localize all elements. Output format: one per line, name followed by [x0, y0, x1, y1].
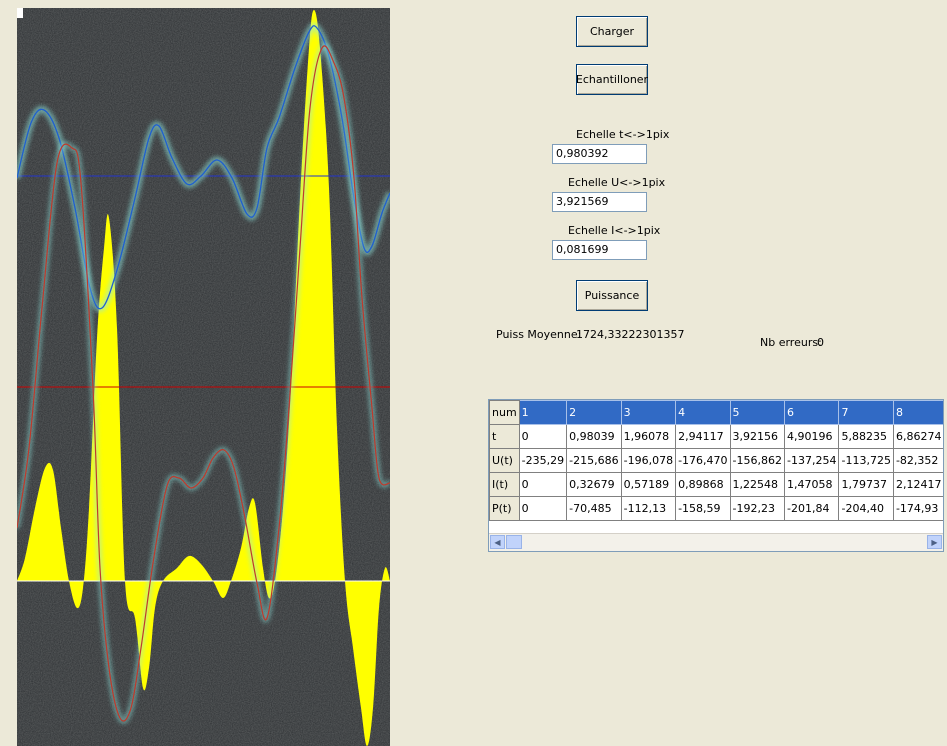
- grid-row: P(t) 0 -70,485 -112,13 -158,59 -192,23 -201,84…: [489, 496, 943, 521]
- grid-header-row: num12345678910: [489, 400, 943, 425]
- grid-cell[interactable]: 0: [518, 424, 568, 449]
- grid-cell[interactable]: 1,96078: [620, 424, 677, 449]
- grid-cell[interactable]: -112,13: [620, 496, 677, 521]
- grid-cell[interactable]: 0: [518, 496, 568, 521]
- grid-cell[interactable]: 0,89868: [675, 472, 731, 497]
- column-header[interactable]: 5: [729, 400, 786, 425]
- grid-cell[interactable]: -204,40: [838, 496, 894, 521]
- echelle-i-input[interactable]: 0,081699: [552, 240, 647, 260]
- row-header: U(t): [489, 448, 520, 473]
- grid-cell[interactable]: 2,12417: [892, 472, 943, 497]
- grid-cell[interactable]: -113,725: [838, 448, 894, 473]
- horizontal-scrollbar[interactable]: ◀ ▶: [489, 533, 943, 551]
- grid-cell[interactable]: -201,84: [784, 496, 840, 521]
- grid-row: I(t) 0 0,32679 0,57189 0,89868 1,22548 1,47058…: [489, 472, 943, 497]
- column-header[interactable]: 7: [838, 400, 894, 425]
- grid-cell[interactable]: -196,078: [620, 448, 677, 473]
- echelle-t-label: Echelle t<->1pix: [576, 128, 670, 141]
- echelle-i-label: Echelle I<->1pix: [568, 224, 661, 237]
- grid-cell[interactable]: -174,93: [892, 496, 943, 521]
- row-header: P(t): [489, 496, 520, 521]
- echelle-u-input[interactable]: 3,921569: [552, 192, 647, 212]
- echantillonner-button[interactable]: Echantilloner: [576, 64, 648, 95]
- grid-cell[interactable]: -215,686: [566, 448, 622, 473]
- grid-cell[interactable]: 1,47058: [784, 472, 840, 497]
- grid-cell[interactable]: -176,470: [675, 448, 731, 473]
- column-header[interactable]: 3: [620, 400, 677, 425]
- data-grid[interactable]: num12345678910t00,980391,960782,941173,9…: [488, 399, 944, 552]
- puissance-button[interactable]: Puissance: [576, 280, 648, 311]
- row-header: I(t): [489, 472, 520, 497]
- oscilloscope-plot: [17, 8, 390, 746]
- scroll-thumb[interactable]: [506, 535, 522, 549]
- data-table: num12345678910t00,980391,960782,941173,9…: [489, 400, 943, 521]
- grid-cell[interactable]: 0: [518, 472, 568, 497]
- grid-row: t 0 0,98039 1,96078 2,94117 3,92156 4,90196 5,8…: [489, 424, 943, 449]
- grid-cell[interactable]: 2,94117: [675, 424, 731, 449]
- column-header[interactable]: 6: [784, 400, 840, 425]
- grid-cell[interactable]: 5,88235: [838, 424, 894, 449]
- grid-cell[interactable]: 4,90196: [784, 424, 840, 449]
- grid-cell[interactable]: 1,79737: [838, 472, 894, 497]
- column-header[interactable]: 8: [892, 400, 943, 425]
- grid-cell[interactable]: -235,29: [518, 448, 568, 473]
- grid-cell[interactable]: -70,485: [566, 496, 622, 521]
- grid-cell[interactable]: 6,86274: [892, 424, 943, 449]
- scope-corner-marker: [17, 8, 23, 18]
- grid-cell[interactable]: -137,254: [784, 448, 840, 473]
- column-header[interactable]: 2: [566, 400, 622, 425]
- grid-cell[interactable]: 0,98039: [566, 424, 622, 449]
- row-header: num: [489, 400, 520, 425]
- echelle-t-input[interactable]: 0,980392: [552, 144, 647, 164]
- scroll-left-icon[interactable]: ◀: [490, 535, 505, 549]
- grid-cell[interactable]: 1,22548: [729, 472, 786, 497]
- row-header: t: [489, 424, 520, 449]
- scroll-right-icon[interactable]: ▶: [927, 535, 942, 549]
- column-header[interactable]: 4: [675, 400, 731, 425]
- grid-cell[interactable]: 0,32679: [566, 472, 622, 497]
- grid-cell[interactable]: -192,23: [729, 496, 786, 521]
- grid-cell[interactable]: -82,352: [892, 448, 943, 473]
- grid-cell[interactable]: 0,57189: [620, 472, 677, 497]
- nb-erreurs-value: 0: [817, 336, 824, 349]
- grid-cell[interactable]: -158,59: [675, 496, 731, 521]
- column-header[interactable]: 1: [518, 400, 568, 425]
- nb-erreurs-label: Nb erreurs:: [760, 336, 822, 349]
- puiss-moyenne-value: 1724,33222301357: [576, 328, 685, 341]
- echelle-u-label: Echelle U<->1pix: [568, 176, 666, 189]
- puiss-moyenne-label: Puiss Moyenne:: [496, 328, 582, 341]
- charger-button[interactable]: Charger: [576, 16, 648, 47]
- grid-cell[interactable]: -156,862: [729, 448, 786, 473]
- grid-cell[interactable]: 3,92156: [729, 424, 786, 449]
- grid-row: U(t) -235,29 -215,686 -196,078 -176,470 -156,…: [489, 448, 943, 473]
